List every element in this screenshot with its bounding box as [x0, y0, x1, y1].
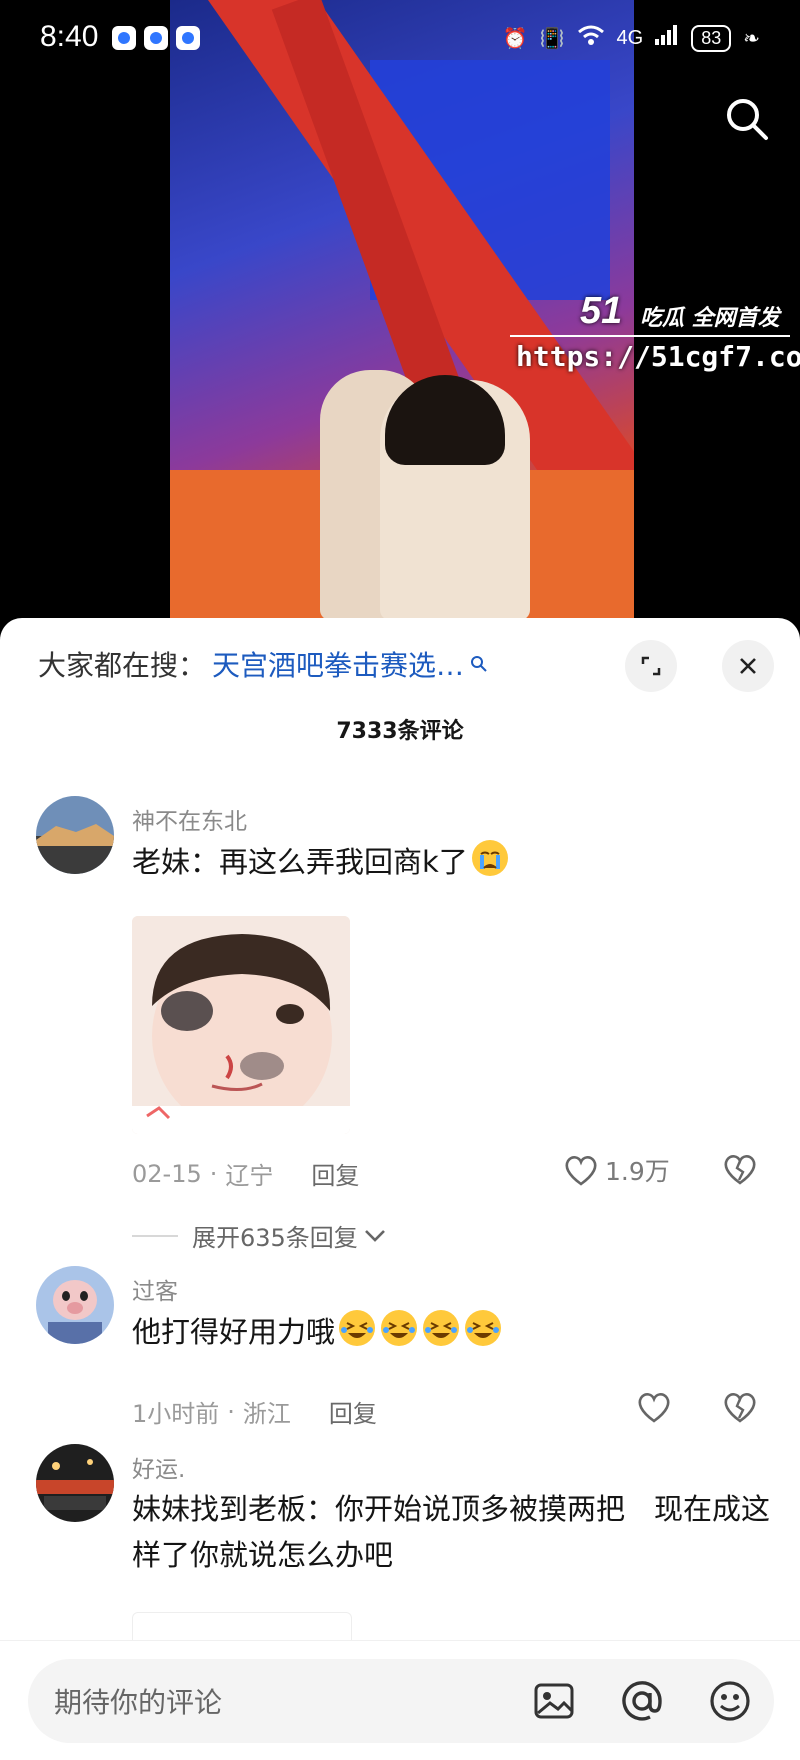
- avatar[interactable]: [36, 1266, 114, 1344]
- watermark-divider: [510, 335, 790, 337]
- vibrate-icon: 📳: [539, 27, 565, 50]
- heart-icon: [565, 1156, 597, 1186]
- dislike-button[interactable]: [722, 1152, 758, 1186]
- mention-icon[interactable]: [620, 1679, 664, 1723]
- comment-input-bar: 期待你的评论: [0, 1640, 800, 1760]
- app-notification-icon: [176, 26, 200, 50]
- trending-search-term[interactable]: 天宫酒吧拳击赛选…: [212, 644, 464, 684]
- comment-date: 1小时前: [132, 1400, 220, 1428]
- image-icon[interactable]: [532, 1679, 576, 1723]
- avatar[interactable]: [36, 796, 114, 874]
- close-button[interactable]: [722, 640, 774, 692]
- avatar[interactable]: [36, 1444, 114, 1522]
- comment-meta: 02-15 · 辽宁 回复: [132, 1156, 359, 1191]
- trending-search-row[interactable]: 大家都在搜： 天宫酒吧拳击赛选…: [38, 642, 488, 686]
- reply-button[interactable]: 回复: [311, 1156, 359, 1191]
- expand-replies-label: 展开635条回复: [192, 1224, 358, 1252]
- leaf-icon: ❧: [743, 27, 760, 50]
- watermark-brand: 51: [580, 290, 623, 332]
- expand-icon: [641, 656, 661, 676]
- comment-username[interactable]: 神不在东北: [132, 802, 247, 836]
- comment-location: 辽宁: [225, 1162, 274, 1190]
- signal-icon: [655, 25, 679, 51]
- like-button[interactable]: [636, 1390, 672, 1424]
- comment-username[interactable]: 过客: [132, 1272, 178, 1306]
- wifi-icon: [577, 24, 605, 52]
- watermark: 51 吃瓜 全网首发 https://51cgf7.com: [510, 290, 800, 390]
- close-icon: [740, 658, 756, 674]
- search-icon[interactable]: [724, 96, 770, 142]
- dislike-button[interactable]: [722, 1390, 758, 1424]
- heart-icon: [638, 1393, 670, 1423]
- status-app-icons: [112, 26, 200, 50]
- status-indicators: ⏰ 📳 4G 83 ❧: [503, 24, 760, 52]
- comment-text: 老妹：再这么弄我回商k了: [132, 838, 762, 885]
- search-icon: [471, 656, 487, 672]
- comment-text: 妹妹找到老板：你开始说顶多被摸两把 现在成这样了你就说怎么办吧: [132, 1492, 771, 1572]
- comment-input-placeholder: 期待你的评论: [54, 1686, 223, 1719]
- comment-sheet: 大家都在搜： 天宫酒吧拳击赛选… 7333条评论 神不在东北 老妹：再这么弄我回…: [0, 618, 800, 1759]
- laughing-crying-emoji-icon: [381, 1310, 418, 1346]
- alarm-icon: ⏰: [502, 27, 528, 50]
- expand-replies-button[interactable]: 展开635条回复: [132, 1218, 386, 1253]
- comment-username[interactable]: 好运.: [132, 1450, 185, 1484]
- comment-date: 02-15: [132, 1159, 202, 1188]
- comment-count: 7333条评论: [336, 719, 464, 744]
- comment-location: 浙江: [242, 1400, 291, 1428]
- comment-input[interactable]: 期待你的评论: [28, 1659, 774, 1743]
- reply-button[interactable]: 回复: [329, 1394, 377, 1429]
- laughing-crying-emoji-icon: [423, 1310, 460, 1346]
- crying-emoji-icon: [471, 840, 508, 876]
- app-notification-icon: [112, 26, 136, 50]
- laughing-crying-emoji-icon: [465, 1310, 502, 1346]
- app-notification-icon: [144, 26, 168, 50]
- comment-text-content: 老妹：再这么弄我回商k了: [132, 845, 468, 879]
- comment-text-content: 他打得好用力哦: [132, 1315, 336, 1349]
- network-type: 4G: [616, 26, 644, 49]
- trending-search-label: 大家都在搜：: [38, 649, 207, 682]
- status-bar: 8:40 ⏰ 📳 4G 83 ❧: [0, 0, 800, 80]
- status-time: 8:40: [40, 20, 99, 53]
- emoji-icon[interactable]: [708, 1679, 752, 1723]
- watermark-url: https://51cgf7.com: [516, 340, 800, 373]
- comment-sticker-image[interactable]: [132, 916, 350, 1134]
- comment-meta: 1小时前 · 浙江 回复: [132, 1394, 377, 1429]
- battery-indicator: 83: [691, 24, 732, 52]
- like-button[interactable]: 1.9万: [563, 1152, 670, 1188]
- laughing-crying-emoji-icon: [339, 1310, 376, 1346]
- expand-button[interactable]: [625, 640, 677, 692]
- like-count: 1.9万: [605, 1157, 670, 1186]
- chevron-down-icon: [364, 1229, 385, 1242]
- comment-text: 他打得好用力哦: [132, 1308, 762, 1355]
- watermark-tagline: 吃瓜 全网首发: [640, 306, 780, 331]
